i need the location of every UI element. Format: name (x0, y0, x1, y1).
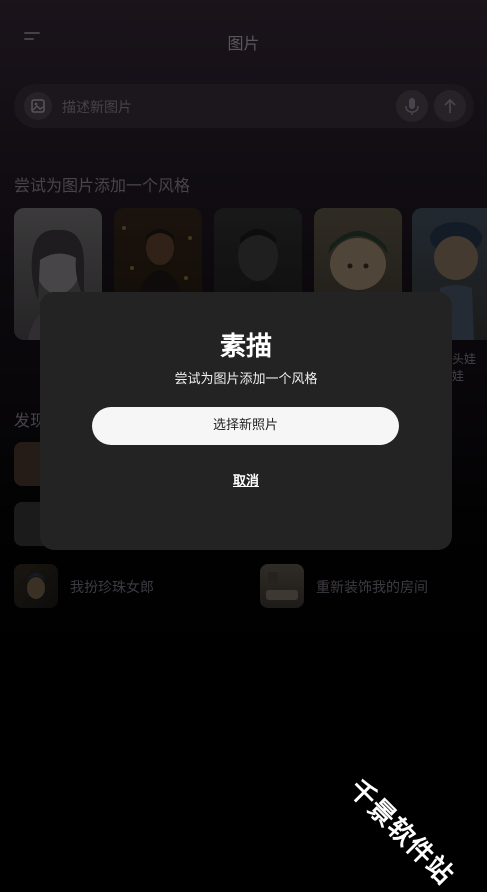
style-dialog: 素描 尝试为图片添加一个风格 选择新照片 取消 (40, 292, 452, 550)
cancel-button[interactable]: 取消 (40, 470, 452, 489)
dialog-subtitle: 尝试为图片添加一个风格 (174, 372, 318, 387)
choose-new-photo-button[interactable]: 选择新照片 (92, 407, 399, 445)
dialog-title: 素描 (219, 332, 272, 362)
